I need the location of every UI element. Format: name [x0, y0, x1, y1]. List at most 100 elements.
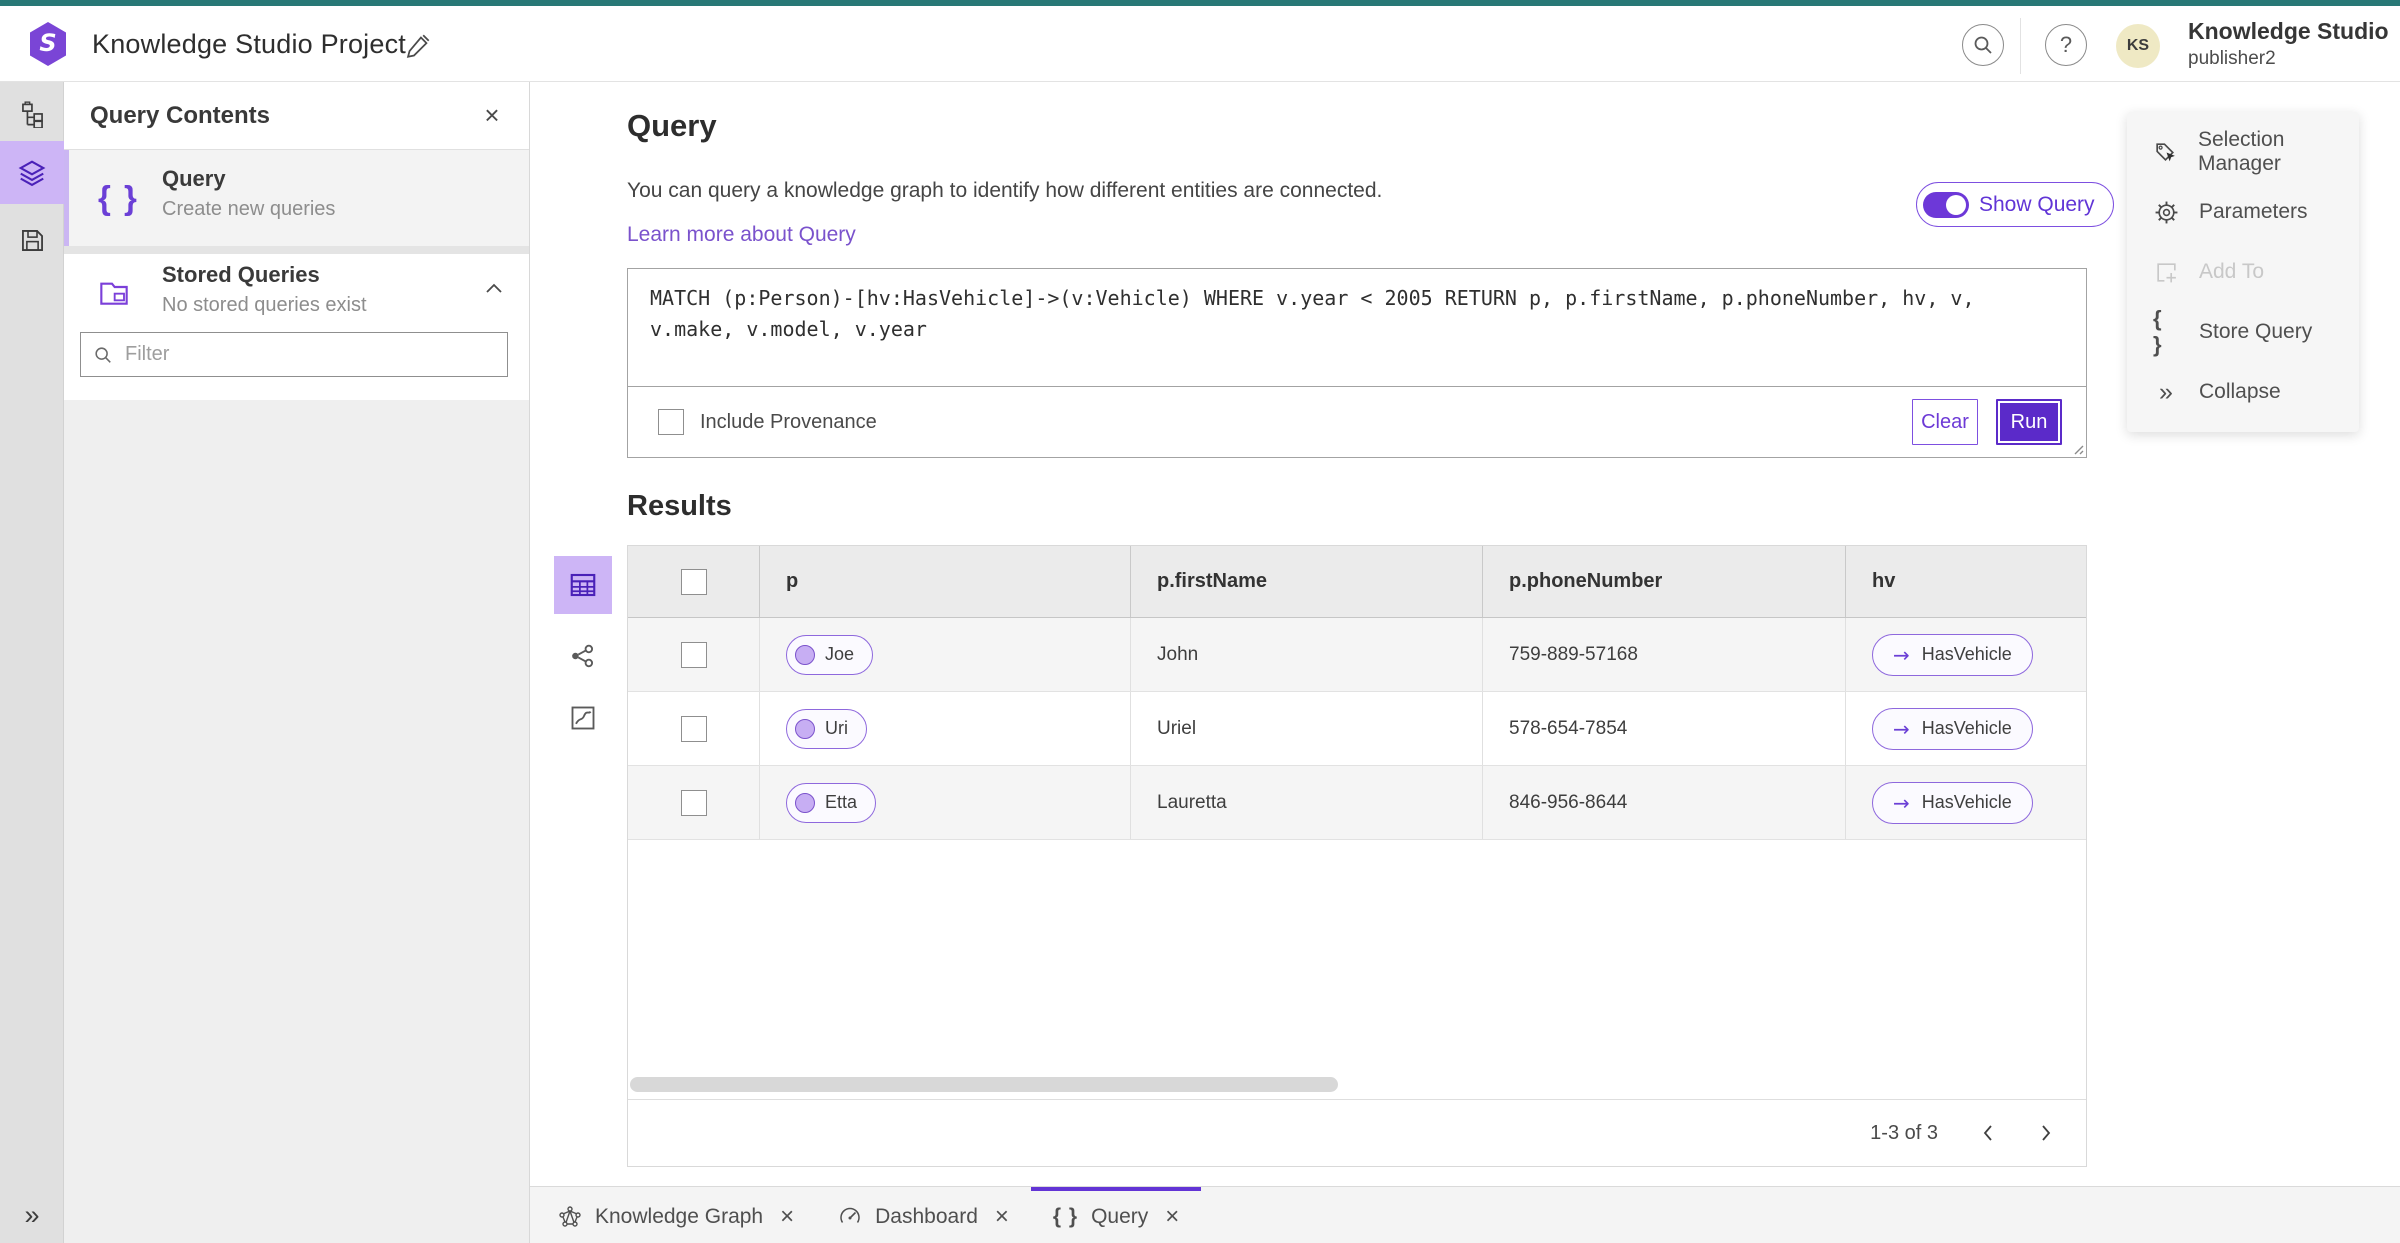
left-icon-rail: »: [0, 82, 64, 1243]
chevron-up-icon: [486, 283, 502, 293]
tab-query-active[interactable]: { } Query ×: [1030, 1187, 1202, 1243]
pagination-range: 1-3 of 3: [1870, 1121, 1938, 1144]
expand-panel-button[interactable]: »: [0, 1195, 64, 1235]
app-logo-icon[interactable]: S: [28, 21, 68, 67]
column-header[interactable]: p.phoneNumber: [1509, 570, 1662, 593]
product-name: Knowledge Studio: [2188, 18, 2389, 44]
chevron-right-icon: [2042, 1125, 2051, 1141]
action-label: Selection Manager: [2198, 128, 2285, 175]
avatar-initials: KS: [2126, 37, 2150, 54]
sidebar-item-save[interactable]: [0, 214, 64, 266]
select-all-checkbox[interactable]: [680, 568, 707, 595]
previous-page-button[interactable]: [1966, 1111, 2010, 1155]
cell-phonenumber: 578-654-7854: [1509, 717, 1628, 739]
search-button[interactable]: [1962, 24, 2004, 66]
query-editor-box: MATCH (p:Person)-[hv:HasVehicle]->(v:Veh…: [627, 268, 2087, 458]
tab-knowledge-graph[interactable]: Knowledge Graph ×: [536, 1187, 816, 1243]
svg-text:S: S: [39, 29, 56, 57]
page-description: You can query a knowledge graph to ident…: [627, 179, 1383, 202]
close-icon[interactable]: ×: [780, 1203, 794, 1231]
close-icon[interactable]: ×: [1165, 1203, 1179, 1231]
table-view-button-active[interactable]: [554, 556, 612, 614]
tab-label: Query: [1091, 1205, 1149, 1228]
parameters-button[interactable]: Parameters: [2127, 182, 2359, 242]
row-checkbox[interactable]: [680, 641, 707, 668]
learn-more-link[interactable]: Learn more about Query: [627, 223, 856, 247]
tab-dashboard[interactable]: Dashboard ×: [816, 1187, 1031, 1243]
row-checkbox[interactable]: [680, 715, 707, 742]
panel-empty-area: [64, 400, 529, 1243]
chevron-left-icon: [1983, 1125, 1992, 1141]
node-dot-icon: [795, 644, 815, 665]
graph-view-button[interactable]: [554, 636, 612, 676]
hierarchy-icon: [21, 100, 43, 128]
search-icon: [1974, 36, 1992, 54]
action-label: Collapse: [2199, 380, 2281, 403]
user-name: publisher2: [2188, 47, 2276, 69]
include-provenance-label: Include Provenance: [700, 410, 877, 433]
help-button[interactable]: ?: [2045, 24, 2087, 66]
stored-queries-filter: [80, 332, 508, 377]
clear-button[interactable]: Clear: [1912, 399, 1978, 445]
toggle-on-icon[interactable]: [1923, 191, 1969, 218]
add-to-button-disabled[interactable]: Add To: [2127, 242, 2359, 302]
node-pill[interactable]: Uri: [786, 708, 867, 749]
chart-view-button[interactable]: [554, 698, 612, 738]
user-identity: Knowledge Studio publisher2: [2188, 18, 2389, 70]
page-title: Query: [627, 108, 717, 143]
node-pill[interactable]: Joe: [786, 634, 874, 675]
question-icon: ?: [2059, 32, 2073, 57]
show-query-toggle[interactable]: Show Query: [1916, 182, 2114, 227]
avatar[interactable]: KS: [2116, 24, 2160, 68]
search-icon: [95, 346, 111, 363]
bottom-tab-bar: Knowledge Graph × Dashboard × { } Query …: [530, 1186, 2400, 1243]
store-query-button[interactable]: { } Store Query: [2127, 302, 2359, 362]
row-checkbox[interactable]: [680, 789, 707, 816]
panel-item-stored-queries[interactable]: Stored Queries No stored queries exist: [64, 254, 529, 332]
include-provenance-checkbox[interactable]: [658, 409, 684, 435]
node-pill[interactable]: Etta: [786, 782, 877, 823]
query-textarea[interactable]: MATCH (p:Person)-[hv:HasVehicle]->(v:Veh…: [628, 269, 2086, 387]
table-row: Joe John 759-889-57168 → HasVehicle: [628, 618, 2086, 692]
action-label: Parameters: [2199, 200, 2308, 223]
table-row: Etta Lauretta 846-956-8644 → HasVehicle: [628, 766, 2086, 840]
horizontal-scrollbar-thumb[interactable]: [630, 1077, 1338, 1092]
edge-pill[interactable]: → HasVehicle: [1872, 781, 2033, 824]
collapse-panel-button[interactable]: » Collapse: [2127, 362, 2359, 422]
column-header[interactable]: p: [786, 570, 798, 593]
column-header[interactable]: p.firstName: [1157, 570, 1267, 593]
panel-title: Query Contents: [90, 102, 271, 129]
results-table: p p.firstName p.phoneNumber hv Joe John …: [627, 545, 2087, 1167]
arrow-right-icon: →: [1893, 642, 1910, 667]
table-pagination: 1-3 of 3: [628, 1099, 2086, 1166]
edge-label: HasVehicle: [1921, 718, 2012, 738]
main-content: Query You can query a knowledge graph to…: [530, 82, 2400, 1186]
edit-title-button[interactable]: [402, 30, 434, 62]
layers-icon: [18, 160, 46, 186]
network-icon: [572, 644, 594, 668]
next-page-button[interactable]: [2024, 1111, 2068, 1155]
node-dot-icon: [795, 792, 815, 813]
collapse-section-button[interactable]: [483, 280, 505, 296]
sidebar-item-queries-active[interactable]: [0, 141, 64, 204]
node-label: Uri: [825, 718, 848, 738]
panel-close-button[interactable]: ×: [475, 98, 509, 132]
node-dot-icon: [795, 718, 815, 739]
edge-pill[interactable]: → HasVehicle: [1872, 707, 2033, 750]
braces-icon: { }: [98, 179, 139, 216]
filter-input[interactable]: [125, 343, 495, 366]
sidebar-item-ontology[interactable]: [0, 88, 64, 140]
run-button[interactable]: Run: [1996, 399, 2062, 445]
panel-item-query[interactable]: { } Query Create new queries: [64, 150, 529, 246]
project-title: Knowledge Studio Project: [92, 29, 406, 59]
panel-header: Query Contents ×: [64, 82, 529, 150]
edge-pill[interactable]: → HasVehicle: [1872, 633, 2033, 676]
item-label: Stored Queries: [162, 262, 320, 287]
column-header[interactable]: hv: [1872, 570, 1895, 593]
close-icon[interactable]: ×: [995, 1203, 1009, 1231]
edge-label: HasVehicle: [1921, 792, 2012, 812]
selection-manager-button[interactable]: Selection Manager: [2127, 122, 2359, 182]
app-window: S Knowledge Studio Project ? KS Knowledg…: [0, 0, 2400, 1243]
results-title: Results: [627, 490, 732, 522]
item-sublabel: Create new queries: [162, 198, 336, 220]
